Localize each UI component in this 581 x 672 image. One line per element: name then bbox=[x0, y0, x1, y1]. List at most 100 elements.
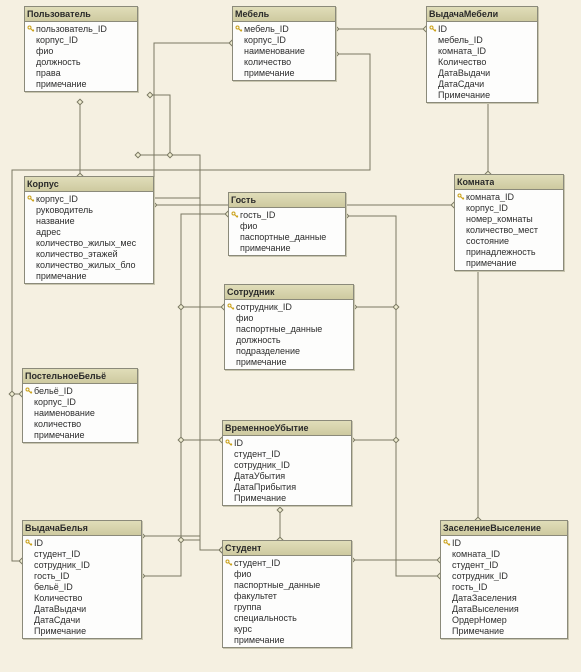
entity-field[interactable]: примечание bbox=[25, 270, 153, 281]
entity-field[interactable]: примечание bbox=[229, 242, 345, 253]
entity-field[interactable]: количество_этажей bbox=[25, 248, 153, 259]
entity-field[interactable]: комната_ID bbox=[441, 548, 567, 559]
entity-field[interactable]: студент_ID bbox=[23, 548, 141, 559]
entity-field[interactable]: студент_ID bbox=[223, 557, 351, 568]
entity-field[interactable]: количество bbox=[23, 418, 137, 429]
entity-table[interactable]: Пользовательпользователь_IDкорпус_IDфиод… bbox=[24, 6, 138, 92]
entity-field[interactable]: Примечание bbox=[23, 625, 141, 636]
entity-field[interactable]: комната_ID bbox=[427, 45, 537, 56]
entity-header[interactable]: ЗаселениеВыселение bbox=[441, 521, 567, 536]
entity-field[interactable]: примечание bbox=[23, 429, 137, 440]
entity-field[interactable]: корпус_ID bbox=[25, 34, 137, 45]
entity-field[interactable]: гость_ID bbox=[441, 581, 567, 592]
entity-field[interactable]: ДатаЗаселения bbox=[441, 592, 567, 603]
entity-field[interactable]: ДатаВыдачи bbox=[427, 67, 537, 78]
entity-field[interactable]: паспортные_данные bbox=[223, 579, 351, 590]
entity-field[interactable]: Количество bbox=[427, 56, 537, 67]
entity-field[interactable]: примечание bbox=[225, 356, 353, 367]
entity-field[interactable]: права bbox=[25, 67, 137, 78]
entity-field[interactable]: корпус_ID bbox=[23, 396, 137, 407]
entity-table[interactable]: ВыдачаМебелиIDмебель_IDкомната_IDКоличес… bbox=[426, 6, 538, 103]
entity-field[interactable]: количество_жилых_мес bbox=[25, 237, 153, 248]
entity-field[interactable]: студент_ID bbox=[441, 559, 567, 570]
entity-field[interactable]: название bbox=[25, 215, 153, 226]
entity-field[interactable]: состояние bbox=[455, 235, 563, 246]
entity-field[interactable]: наименование bbox=[233, 45, 335, 56]
entity-field[interactable]: ОрдерНомер bbox=[441, 614, 567, 625]
entity-table[interactable]: Комнатакомната_IDкорпус_IDномер_комнатык… bbox=[454, 174, 564, 271]
entity-table[interactable]: Сотрудниксотрудник_IDфиопаспортные_данны… bbox=[224, 284, 354, 370]
entity-header[interactable]: ПостельноеБельё bbox=[23, 369, 137, 384]
entity-field[interactable]: примечание bbox=[25, 78, 137, 89]
entity-field[interactable]: студент_ID bbox=[223, 448, 351, 459]
entity-field[interactable]: ДатаВыдачи bbox=[23, 603, 141, 614]
entity-field[interactable]: должность bbox=[225, 334, 353, 345]
entity-field[interactable]: корпус_ID bbox=[233, 34, 335, 45]
entity-field[interactable]: должность bbox=[25, 56, 137, 67]
entity-field[interactable]: адрес bbox=[25, 226, 153, 237]
entity-field[interactable]: количество_жилых_бло bbox=[25, 259, 153, 270]
entity-table[interactable]: ЗаселениеВыселениеIDкомната_IDстудент_ID… bbox=[440, 520, 568, 639]
entity-table[interactable]: Гостьгость_IDфиопаспортные_данныепримеча… bbox=[228, 192, 346, 256]
entity-field[interactable]: сотрудник_ID bbox=[441, 570, 567, 581]
entity-header[interactable]: Корпус bbox=[25, 177, 153, 192]
entity-header[interactable]: Комната bbox=[455, 175, 563, 190]
entity-header[interactable]: Пользователь bbox=[25, 7, 137, 22]
entity-field[interactable]: корпус_ID bbox=[455, 202, 563, 213]
entity-table[interactable]: ВыдачаБельяIDстудент_IDсотрудник_IDгость… bbox=[22, 520, 142, 639]
entity-header[interactable]: ВременноеУбытие bbox=[223, 421, 351, 436]
entity-field[interactable]: ДатаУбытия bbox=[223, 470, 351, 481]
entity-field[interactable]: количество bbox=[233, 56, 335, 67]
entity-field[interactable]: факультет bbox=[223, 590, 351, 601]
entity-field[interactable]: Примечание bbox=[441, 625, 567, 636]
entity-field[interactable]: ДатаСдачи bbox=[427, 78, 537, 89]
entity-field[interactable]: ДатаВыселения bbox=[441, 603, 567, 614]
entity-field[interactable]: количество_мест bbox=[455, 224, 563, 235]
entity-field[interactable]: специальность bbox=[223, 612, 351, 623]
entity-header[interactable]: Мебель bbox=[233, 7, 335, 22]
entity-field[interactable]: ID bbox=[427, 23, 537, 34]
entity-field[interactable]: Примечание bbox=[223, 492, 351, 503]
entity-header[interactable]: ВыдачаМебели bbox=[427, 7, 537, 22]
entity-field[interactable]: фио bbox=[229, 220, 345, 231]
entity-table[interactable]: ВременноеУбытиеIDстудент_IDсотрудник_IDД… bbox=[222, 420, 352, 506]
entity-field[interactable]: мебель_ID bbox=[427, 34, 537, 45]
entity-field[interactable]: сотрудник_ID bbox=[223, 459, 351, 470]
entity-field[interactable]: ДатаСдачи bbox=[23, 614, 141, 625]
entity-field[interactable]: пользователь_ID bbox=[25, 23, 137, 34]
entity-field[interactable]: гость_ID bbox=[229, 209, 345, 220]
entity-field[interactable]: ДатаПрибытия bbox=[223, 481, 351, 492]
entity-field[interactable]: фио bbox=[223, 568, 351, 579]
entity-field[interactable]: Примечание bbox=[427, 89, 537, 100]
entity-field[interactable]: курс bbox=[223, 623, 351, 634]
entity-field[interactable]: примечание bbox=[233, 67, 335, 78]
entity-field[interactable]: бельё_ID bbox=[23, 385, 137, 396]
entity-header[interactable]: ВыдачаБелья bbox=[23, 521, 141, 536]
entity-field[interactable]: примечание bbox=[223, 634, 351, 645]
entity-field[interactable]: сотрудник_ID bbox=[225, 301, 353, 312]
entity-field[interactable]: примечание bbox=[455, 257, 563, 268]
entity-field[interactable]: группа bbox=[223, 601, 351, 612]
entity-field[interactable]: мебель_ID bbox=[233, 23, 335, 34]
entity-field[interactable]: фио bbox=[25, 45, 137, 56]
entity-header[interactable]: Гость bbox=[229, 193, 345, 208]
entity-field[interactable]: руководитель bbox=[25, 204, 153, 215]
entity-field[interactable]: ID bbox=[441, 537, 567, 548]
entity-table[interactable]: ПостельноеБельёбельё_IDкорпус_IDнаименов… bbox=[22, 368, 138, 443]
entity-field[interactable]: бельё_ID bbox=[23, 581, 141, 592]
entity-table[interactable]: Студентстудент_IDфиопаспортные_данныефак… bbox=[222, 540, 352, 648]
entity-field[interactable]: Количество bbox=[23, 592, 141, 603]
entity-field[interactable]: номер_комнаты bbox=[455, 213, 563, 224]
entity-field[interactable]: подразделение bbox=[225, 345, 353, 356]
entity-table[interactable]: Мебельмебель_IDкорпус_IDнаименованиеколи… bbox=[232, 6, 336, 81]
entity-field[interactable]: принадлежность bbox=[455, 246, 563, 257]
entity-header[interactable]: Студент bbox=[223, 541, 351, 556]
entity-field[interactable]: корпус_ID bbox=[25, 193, 153, 204]
entity-table[interactable]: Корпускорпус_IDруководительназваниеадрес… bbox=[24, 176, 154, 284]
entity-field[interactable]: сотрудник_ID bbox=[23, 559, 141, 570]
entity-header[interactable]: Сотрудник bbox=[225, 285, 353, 300]
entity-field[interactable]: фио bbox=[225, 312, 353, 323]
entity-field[interactable]: паспортные_данные bbox=[229, 231, 345, 242]
entity-field[interactable]: комната_ID bbox=[455, 191, 563, 202]
entity-field[interactable]: ID bbox=[23, 537, 141, 548]
